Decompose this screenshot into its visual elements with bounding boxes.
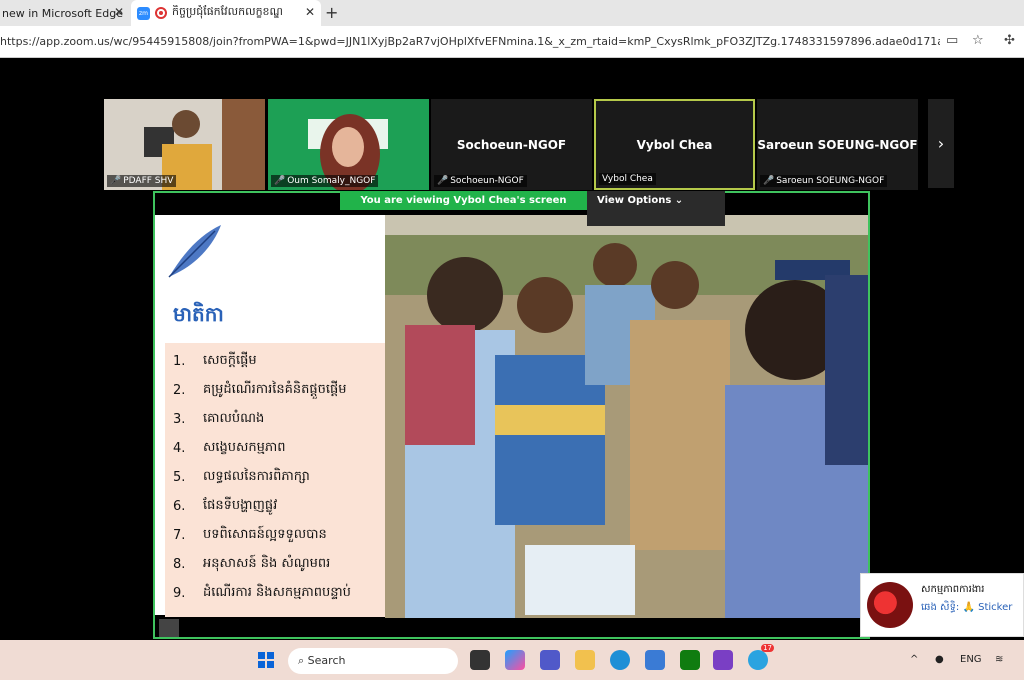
app-available-icon[interactable]: ▭: [946, 33, 958, 48]
agenda-item: 8. អនុសាសន៍ និង សំណូមពរ: [173, 550, 407, 579]
edge-icon[interactable]: [610, 650, 630, 670]
agenda-item: 2. គម្រូដំណើរការនៃគំនិតផ្តួចផ្តើម: [173, 376, 407, 405]
agenda-item: 5. លទ្ធផលនៃការពិភាក្សា: [173, 463, 407, 492]
new-tab-button[interactable]: +: [325, 3, 338, 22]
agenda-item-number: 6.: [173, 499, 186, 514]
shared-screen: មាតិកា 1. សេចក្តីផ្តើម 2. គម្រូដំណើរការនៃគំ…: [153, 191, 870, 639]
xbox-icon[interactable]: [680, 650, 700, 670]
agenda-item-number: 8.: [173, 557, 186, 572]
tab-title: កិច្ចប្រជុំផែកវែលកលក្ខខណ្ឌ: [172, 5, 283, 18]
agenda-item: 9. ដំណើរការ និងសកម្មភាពបន្ទាប់: [173, 579, 407, 608]
search-label: Search: [307, 654, 346, 667]
muted-mic-icon: 🎤: [110, 176, 122, 186]
agenda-item-text: អនុសាសន៍ និង សំណូមពរ: [203, 556, 331, 571]
url-text[interactable]: https://app.zoom.us/wc/95445915808/join?…: [0, 35, 940, 48]
agenda-item: 6. ផែនទីបង្ហាញផ្លូវ: [173, 492, 407, 521]
tab-title: new in Microsoft Edge: [2, 6, 123, 20]
extensions-icon[interactable]: ✣: [1004, 33, 1015, 48]
show-hidden-icons[interactable]: ^: [910, 654, 918, 665]
tab-edge-new[interactable]: new in Microsoft Edge ✕: [0, 0, 130, 26]
agenda-item-number: 2.: [173, 383, 186, 398]
agenda-item: 7. បទពិសោធន៍ល្អទទួលបាន: [173, 521, 407, 550]
agenda-item: 4. សង្ខេបសកម្មភាព: [173, 434, 407, 463]
participant-name-label: 🎤 PDAFF SHV: [107, 175, 177, 187]
agenda-item-text: ផែនទីបង្ហាញផ្លូវ: [203, 498, 278, 513]
slide-title: មាតិកា: [173, 302, 224, 326]
address-bar[interactable]: https://app.zoom.us/wc/95445915808/join?…: [0, 26, 1024, 58]
input-language[interactable]: ENG: [960, 654, 982, 665]
microphone-icon[interactable]: ●: [935, 654, 944, 665]
next-participants-button[interactable]: ›: [928, 99, 954, 188]
telegram-icon[interactable]: 17: [748, 644, 774, 670]
screen-control-icon[interactable]: [159, 619, 179, 637]
participant-tile[interactable]: 🎤 PDAFF SHV: [104, 99, 265, 190]
participant-tile[interactable]: Saroeun SOEUNG-NGOF 🎤 Saroeun SOEUNG-NGOF: [757, 99, 918, 190]
teams-icon[interactable]: [540, 650, 560, 670]
agenda-item-text: សេចក្តីផ្តើម: [203, 353, 257, 368]
participant-name-label: 🎤 Sochoeun-NGOF: [434, 175, 527, 187]
agenda-item-number: 1.: [173, 354, 186, 369]
muted-mic-icon: 🎤: [763, 176, 775, 186]
participant-name-label: Vybol Chea: [599, 173, 656, 185]
store-icon[interactable]: [645, 650, 665, 670]
agenda-item-text: ដំណើរការ និងសកម្មភាពបន្ទាប់: [203, 585, 351, 600]
tab-zoom-meeting[interactable]: zm កិច្ចប្រជុំផែកវែលកលក្ខខណ្ឌ ✕: [131, 0, 321, 26]
windows-start-icon[interactable]: [258, 652, 274, 668]
close-tab-icon[interactable]: ✕: [114, 5, 124, 19]
recording-icon: [155, 7, 167, 19]
agenda-item-number: 7.: [173, 528, 186, 543]
participant-name-label: 🎤 Saroeun SOEUNG-NGOF: [760, 175, 888, 187]
participant-tile[interactable]: 🎤 Oum Somaly_NGOF: [268, 99, 429, 190]
copilot-icon[interactable]: [505, 650, 525, 670]
agenda-item-number: 9.: [173, 586, 186, 601]
agenda-item-text: គម្រូដំណើរការនៃគំនិតផ្តួចផ្តើម: [203, 382, 347, 397]
field-photo: [385, 215, 868, 618]
view-options-label: View Options: [597, 195, 672, 206]
muted-mic-icon: 🎤: [274, 176, 286, 186]
agenda-item-number: 4.: [173, 441, 186, 456]
agenda-item-number: 3.: [173, 412, 186, 427]
chat-notification[interactable]: សកម្មភាពការងារ ឆេង សិទ្ធិ: 🙏 Sticker: [860, 573, 1024, 637]
agenda-item: 3. គោលបំណង: [173, 405, 407, 434]
close-tab-icon[interactable]: ✕: [305, 5, 315, 19]
notification-title: សកម្មភាពការងារ: [921, 584, 985, 595]
favorite-star-icon[interactable]: ☆: [972, 33, 984, 48]
agenda-item-number: 5.: [173, 470, 186, 485]
agenda-item-text: សង្ខេបសកម្មភាព: [203, 440, 286, 455]
chevron-right-icon: ›: [937, 134, 945, 153]
agenda-item-text: លទ្ធផលនៃការពិភាក្សា: [203, 469, 310, 484]
participant-tile[interactable]: Sochoeun-NGOF 🎤 Sochoeun-NGOF: [431, 99, 592, 190]
participant-name-label: 🎤 Oum Somaly_NGOF: [271, 175, 379, 187]
taskbar-search[interactable]: ⌕ Search: [288, 648, 458, 674]
unread-badge: 17: [761, 644, 774, 652]
photo-image: [385, 215, 868, 618]
file-explorer-icon[interactable]: [575, 650, 595, 670]
chevron-down-icon: ⌄: [674, 195, 684, 206]
agenda-item-text: គោលបំណង: [203, 411, 265, 426]
search-icon: ⌕: [298, 654, 308, 667]
wifi-icon[interactable]: ≋: [995, 654, 1003, 665]
task-view-icon[interactable]: [470, 650, 490, 670]
windows-taskbar: ⌕ Search 17 ^ ● ENG ≋: [0, 640, 1024, 680]
zoom-icon: zm: [137, 6, 150, 20]
feather-quill-icon: [168, 225, 221, 278]
agenda-list: 1. សេចក្តីផ្តើម 2. គម្រូដំណើរការនៃគំនិតផ្តួ…: [165, 343, 407, 617]
viewing-screen-banner: You are viewing Vybol Chea's screen: [340, 191, 587, 210]
agenda-item: 1. សេចក្តីផ្តើម: [173, 347, 407, 376]
view-options-button[interactable]: View Options ⌄: [587, 191, 725, 226]
participant-tile-active-speaker[interactable]: Vybol Chea Vybol Chea: [594, 99, 755, 190]
app-icon[interactable]: [713, 650, 733, 670]
browser-tab-bar: new in Microsoft Edge ✕ zm កិច្ចប្រជុំផែ…: [0, 0, 1024, 26]
group-avatar: [867, 582, 913, 628]
notification-message: ឆេង សិទ្ធិ: 🙏 Sticker: [921, 602, 1013, 613]
agenda-item-text: បទពិសោធន៍ល្អទទួលបាន: [203, 527, 327, 542]
muted-mic-icon: 🎤: [437, 176, 449, 186]
banner-text: You are viewing Vybol Chea's screen: [360, 195, 567, 206]
